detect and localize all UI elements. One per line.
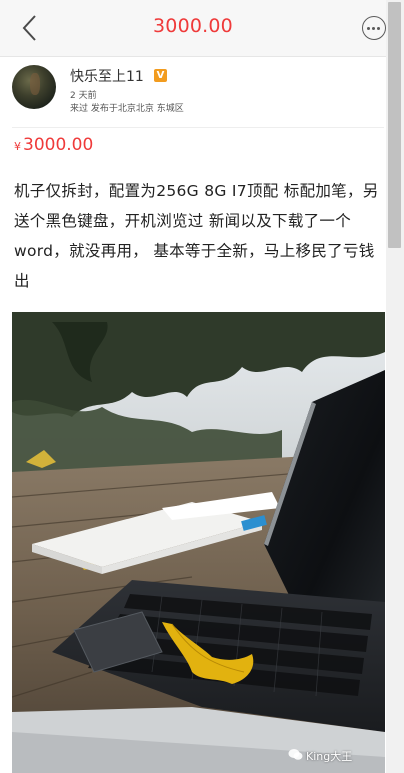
more-dot	[372, 26, 375, 30]
seller-name[interactable]: 快乐至上11	[70, 66, 144, 86]
price: ¥3000.00	[14, 135, 93, 155]
wechat-icon	[288, 749, 303, 760]
divider	[12, 127, 384, 128]
page-title: 3000.00	[153, 15, 233, 37]
more-button[interactable]	[362, 16, 386, 40]
top-nav-bar: 3000.00	[0, 0, 386, 57]
vip-badge: V	[154, 69, 167, 82]
scrollbar-thumb[interactable]	[388, 2, 401, 248]
watermark: King大王	[306, 750, 353, 763]
more-dots-icon	[367, 26, 370, 30]
post-location: 来过 发布于北京北京 东城区	[70, 104, 184, 114]
product-photo[interactable]	[12, 312, 385, 773]
avatar[interactable]	[12, 65, 56, 109]
laptop-photo-image	[12, 312, 385, 773]
currency-symbol: ¥	[14, 140, 21, 153]
more-dot	[377, 26, 380, 30]
post-time: 2 天前	[70, 91, 97, 101]
price-value: 3000.00	[23, 135, 94, 155]
listing-description: 机子仅拆封，配置为256G 8G I7顶配 标配加笔，另送个黑色键盘，开机浏览过…	[14, 182, 379, 290]
page: 3000.00 快乐至上11 V 2 天前 来过 发布于北京北京 东城区 ¥30…	[0, 0, 404, 773]
